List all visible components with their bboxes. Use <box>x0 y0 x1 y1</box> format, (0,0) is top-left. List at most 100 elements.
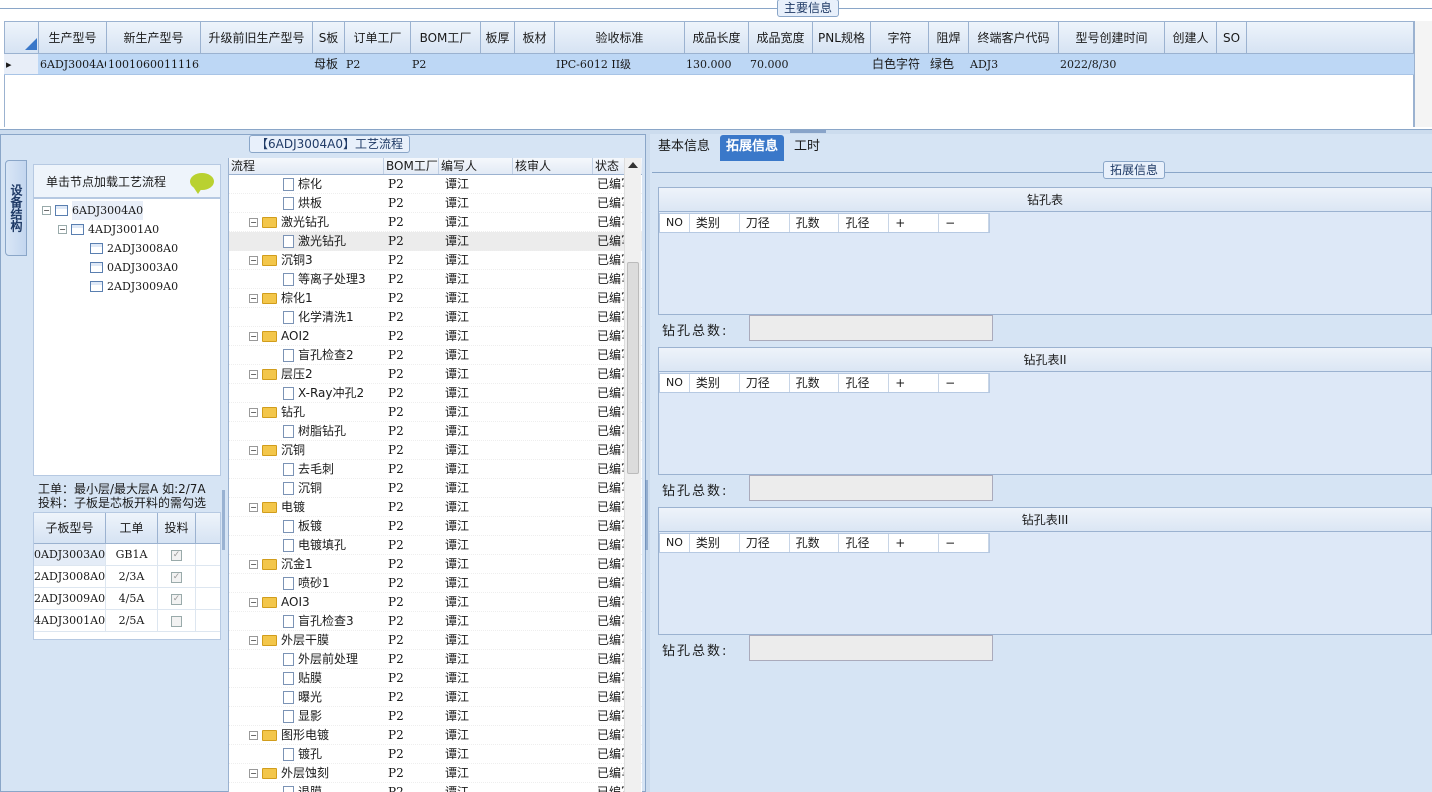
main-cell[interactable]: 绿色 <box>928 54 968 74</box>
work-order-cell[interactable]: 2/5A <box>106 610 158 631</box>
collapse-icon[interactable]: − <box>249 218 258 227</box>
main-grid-row[interactable]: ▸ 6ADJ3004A0 10010600111165 母板 P2 P2 IPC-6012 … <box>4 54 1414 75</box>
collapse-icon[interactable]: − <box>249 636 258 645</box>
main-col-header[interactable]: 阻焊 <box>929 22 969 53</box>
col-bom-factory[interactable]: BOM工厂 <box>384 158 439 174</box>
flow-row[interactable]: − 沉金1 P2 谭江 已编写 <box>229 555 642 574</box>
col-reviewer[interactable]: 核审人 <box>513 158 593 174</box>
flow-row[interactable]: − 外层蚀刻 P2 谭江 已编写 <box>229 764 642 783</box>
feed-cell[interactable]: ✓ <box>158 588 196 609</box>
flow-row[interactable]: 板镀 P2 谭江 已编写 <box>229 517 642 536</box>
main-col-header[interactable]: 成品宽度 <box>749 22 813 53</box>
main-cell[interactable]: 70.000 <box>748 54 812 74</box>
collapse-icon[interactable]: − <box>249 731 258 740</box>
collapse-icon[interactable]: − <box>249 294 258 303</box>
main-cell[interactable]: 6ADJ3004A0 <box>38 54 106 74</box>
checkbox[interactable] <box>171 615 182 627</box>
sub-board-row[interactable]: 2ADJ3009A0 4/5A ✓ <box>34 588 220 610</box>
vertical-splitter-left[interactable] <box>222 490 225 550</box>
flow-row[interactable]: − 层压2 P2 谭江 已编写 <box>229 365 642 384</box>
collapse-icon[interactable]: − <box>249 256 258 265</box>
tab-work-hours[interactable]: 工时 <box>788 135 826 161</box>
main-cell[interactable] <box>480 54 514 74</box>
work-order-cell[interactable]: 4/5A <box>106 588 158 609</box>
main-col-header[interactable]: 生产型号 <box>39 22 107 53</box>
flow-row[interactable]: 贴膜 P2 谭江 已编写 <box>229 669 642 688</box>
vtab-equipment-structure[interactable]: 设备结构 <box>5 160 27 256</box>
checkbox[interactable]: ✓ <box>171 593 182 605</box>
collapse-icon[interactable]: − <box>249 408 258 417</box>
select-all-corner[interactable] <box>5 22 39 53</box>
main-col-header[interactable]: 终端客户代码 <box>969 22 1059 53</box>
main-col-header[interactable]: 订单工厂 <box>345 22 411 53</box>
work-order-cell[interactable]: 2/3A <box>106 566 158 587</box>
col-writer[interactable]: 编写人 <box>439 158 513 174</box>
main-cell[interactable] <box>1216 54 1246 74</box>
main-cell[interactable]: 10010600111165 <box>106 54 200 74</box>
main-col-header[interactable]: PNL规格 <box>813 22 871 53</box>
feed-cell[interactable] <box>158 610 196 631</box>
main-cell[interactable]: 母板 <box>312 54 344 74</box>
tree-node-root[interactable]: − 6ADJ3004A0 <box>42 201 144 220</box>
horizontal-splitter[interactable] <box>790 130 826 133</box>
feed-cell[interactable]: ✓ <box>158 566 196 587</box>
main-col-header[interactable]: 型号创建时间 <box>1059 22 1165 53</box>
flow-row[interactable]: 沉铜 P2 谭江 已编写 <box>229 479 642 498</box>
flow-row[interactable]: − AOI3 P2 谭江 已编写 <box>229 593 642 612</box>
feed-cell[interactable]: ✓ <box>158 544 196 565</box>
main-cell[interactable]: 白色字符 <box>870 54 928 74</box>
flow-row[interactable]: 外层前处理 P2 谭江 已编写 <box>229 650 642 669</box>
main-cell[interactable]: P2 <box>344 54 410 74</box>
flow-row[interactable]: − AOI2 P2 谭江 已编写 <box>229 327 642 346</box>
collapse-icon[interactable]: − <box>42 206 51 215</box>
flow-row[interactable]: 电镀填孔 P2 谭江 已编写 <box>229 536 642 555</box>
main-cell[interactable] <box>200 54 312 74</box>
main-cell[interactable] <box>1164 54 1216 74</box>
drill-col-header[interactable]: − <box>939 374 989 392</box>
main-col-header[interactable]: BOM工厂 <box>411 22 481 53</box>
drill-col-header[interactable]: + <box>889 534 940 552</box>
main-cell[interactable]: IPC-6012 II级 <box>554 54 684 74</box>
drill-total-field[interactable] <box>749 475 993 501</box>
tab-extended-info[interactable]: 拓展信息 <box>720 135 785 161</box>
flow-row[interactable]: 盲孔检查3 P2 谭江 已编写 <box>229 612 642 631</box>
tree-node-leaf[interactable]: 0ADJ3003A0 <box>90 258 178 277</box>
main-cell[interactable]: P2 <box>410 54 480 74</box>
main-col-header[interactable]: 板材 <box>515 22 555 53</box>
main-cell[interactable]: ADJ3 <box>968 54 1058 74</box>
sub-board-row[interactable]: 4ADJ3001A0 2/5A <box>34 610 220 632</box>
main-col-header[interactable]: S板 <box>313 22 345 53</box>
drill-total-field[interactable] <box>749 315 993 341</box>
col-status[interactable]: 状态 <box>593 158 625 174</box>
main-cell[interactable] <box>812 54 870 74</box>
flow-row[interactable]: − 激光钻孔 P2 谭江 已编写 <box>229 213 642 232</box>
flow-row[interactable]: 镀孔 P2 谭江 已编写 <box>229 745 642 764</box>
flow-row[interactable]: 去毛刺 P2 谭江 已编写 <box>229 460 642 479</box>
checkbox[interactable]: ✓ <box>171 571 182 583</box>
scroll-up-icon[interactable] <box>628 162 638 168</box>
col-sub-model[interactable]: 子板型号 <box>34 513 106 543</box>
main-col-header[interactable]: 新生产型号 <box>107 22 201 53</box>
col-feed[interactable]: 投料 <box>158 513 196 543</box>
checkbox[interactable]: ✓ <box>171 549 182 561</box>
col-work-order[interactable]: 工单 <box>106 513 158 543</box>
work-order-cell[interactable]: GB1A <box>106 544 158 565</box>
main-col-header[interactable]: 字符 <box>871 22 929 53</box>
sub-board-row[interactable]: 0ADJ3003A0 GB1A ✓ <box>34 544 220 566</box>
flow-row[interactable]: 化学清洗1 P2 谭江 已编写 <box>229 308 642 327</box>
tree-node-leaf[interactable]: 2ADJ3008A0 <box>90 239 178 258</box>
collapse-icon[interactable]: − <box>249 769 258 778</box>
flow-row[interactable]: 曝光 P2 谭江 已编写 <box>229 688 642 707</box>
main-cell[interactable] <box>514 54 554 74</box>
collapse-icon[interactable]: − <box>58 225 67 234</box>
flow-row[interactable]: − 图形电镀 P2 谭江 已编写 <box>229 726 642 745</box>
flow-row[interactable]: 退膜 P2 谭江 已编写 <box>229 783 642 792</box>
tab-basic-info[interactable]: 基本信息 <box>652 135 716 161</box>
drill-col-header[interactable]: + <box>889 214 940 232</box>
collapse-icon[interactable]: − <box>249 598 258 607</box>
flow-row[interactable]: 烘板 P2 谭江 已编写 <box>229 194 642 213</box>
main-col-header[interactable]: SO <box>1217 22 1247 53</box>
main-grid-scrollbar[interactable] <box>1414 21 1432 127</box>
flow-scrollbar[interactable] <box>624 158 641 792</box>
flow-row[interactable]: X-Ray冲孔2 P2 谭江 已编写 <box>229 384 642 403</box>
